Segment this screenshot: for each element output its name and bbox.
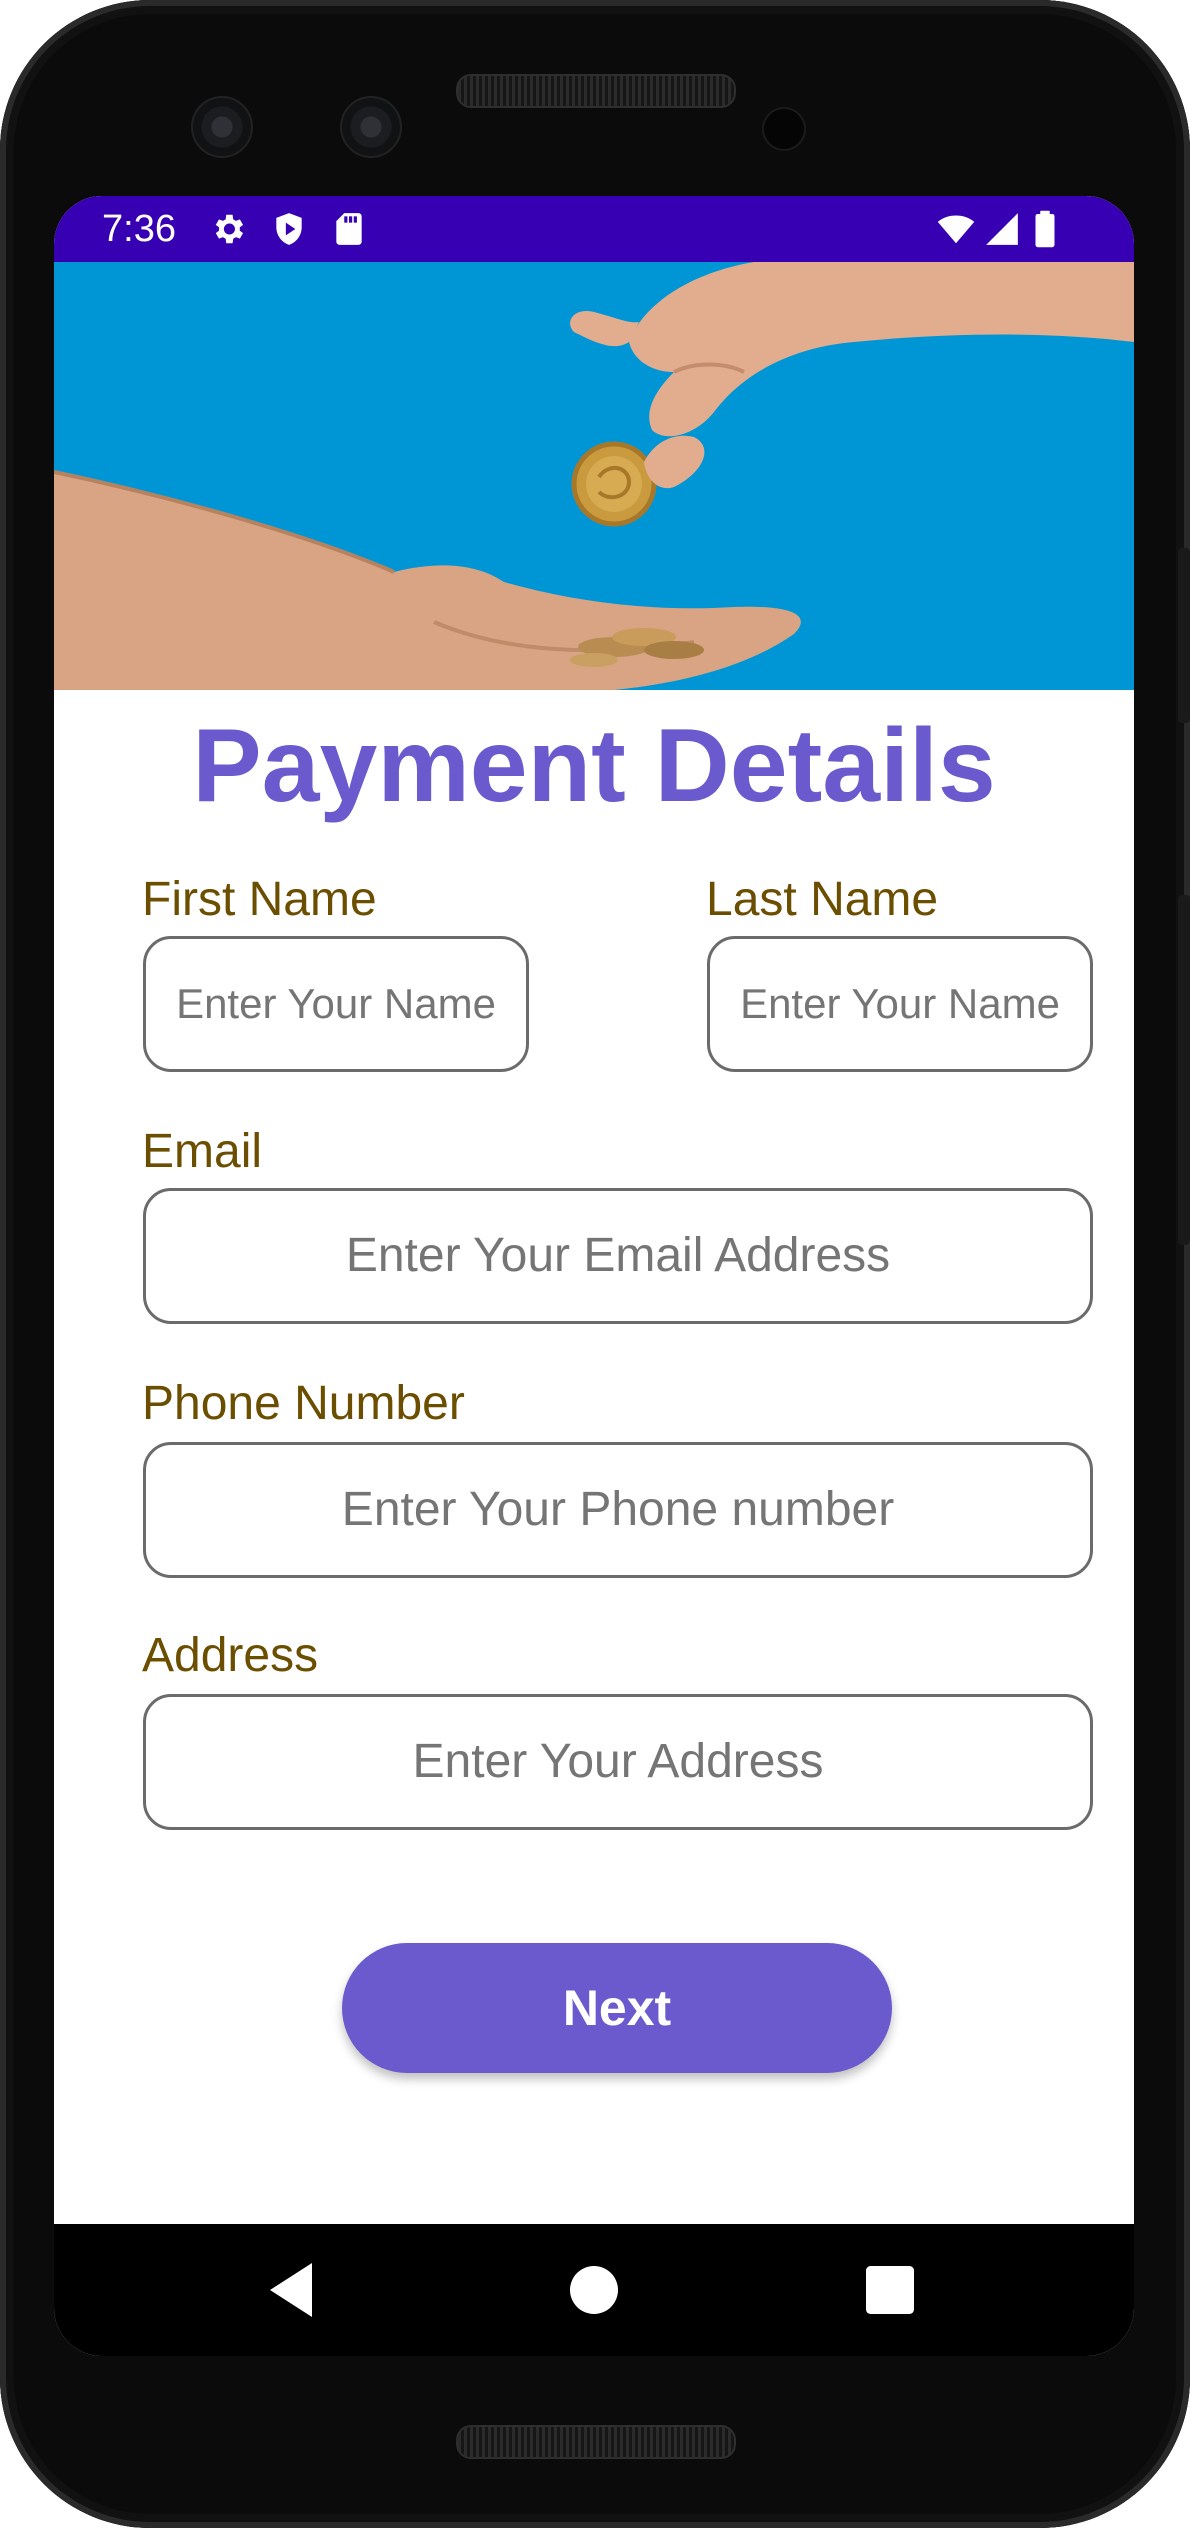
phone-label: Phone Number xyxy=(142,1377,465,1430)
email-label: Email xyxy=(142,1125,263,1178)
first-name-field[interactable]: Enter Your Name xyxy=(143,936,529,1072)
recents-icon[interactable] xyxy=(854,2254,926,2326)
address-label: Address xyxy=(142,1629,319,1682)
hero-image xyxy=(54,262,1134,690)
app-screen: 7:36 Payment Details First Name Enter Yo… xyxy=(54,196,1134,2356)
power-button xyxy=(1178,548,1190,723)
page-title: Payment Details xyxy=(192,708,996,824)
shield-play-icon xyxy=(276,213,302,245)
bottom-speaker xyxy=(456,2425,736,2459)
wifi-icon xyxy=(937,215,975,244)
next-button[interactable]: Next xyxy=(342,1943,892,2073)
status-bar: 7:36 xyxy=(54,196,1134,262)
address-field[interactable]: Enter Your Address xyxy=(143,1694,1093,1830)
last-name-label: Last Name xyxy=(706,873,939,926)
gear-icon xyxy=(215,214,244,244)
signal-icon xyxy=(986,213,1018,245)
sd-card-icon xyxy=(336,213,362,245)
phone-frame: 7:36 Payment Details First Name Enter Yo… xyxy=(0,0,1190,2528)
email-field[interactable]: Enter Your Email Address xyxy=(143,1188,1093,1324)
volume-button xyxy=(1178,895,1190,1245)
status-time: 7:36 xyxy=(102,208,176,250)
proximity-sensor xyxy=(762,107,806,151)
coin-payment-illustration xyxy=(54,262,1134,690)
back-icon[interactable] xyxy=(258,2254,330,2326)
last-name-field[interactable]: Enter Your Name xyxy=(707,936,1093,1072)
navigation-bar xyxy=(54,2224,1134,2356)
battery-icon xyxy=(1035,210,1055,248)
phone-field[interactable]: Enter Your Phone number xyxy=(143,1442,1093,1578)
front-camera xyxy=(191,96,253,158)
front-camera xyxy=(340,96,402,158)
first-name-label: First Name xyxy=(142,873,377,926)
earpiece-speaker xyxy=(456,74,736,108)
home-icon[interactable] xyxy=(558,2254,630,2326)
